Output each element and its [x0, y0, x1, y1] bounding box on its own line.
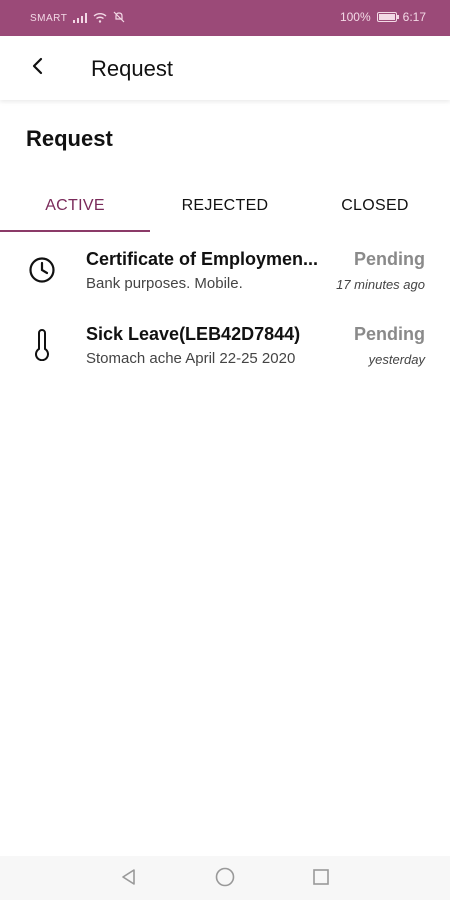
tab-rejected[interactable]: REJECTED	[150, 180, 300, 232]
status-left: SMART	[30, 11, 125, 26]
signal-icon	[73, 12, 88, 26]
status-right: 100% 6:17	[340, 10, 426, 24]
status-badge: Pending	[354, 324, 425, 344]
nav-home-button[interactable]	[210, 864, 240, 894]
request-subtitle: Bank purposes. Mobile.	[86, 275, 243, 292]
tab-indicator	[0, 230, 150, 232]
mute-icon	[113, 11, 125, 26]
wifi-icon	[93, 12, 107, 26]
app-bar: Request	[0, 36, 450, 100]
request-time: 17 minutes ago	[336, 277, 425, 292]
nav-back-button[interactable]	[114, 864, 144, 894]
triangle-back-icon	[119, 867, 139, 892]
list-item[interactable]: Certificate of Employmen... Bank purpose…	[0, 240, 450, 304]
tab-closed[interactable]: CLOSED	[300, 180, 450, 232]
nav-recents-button[interactable]	[306, 864, 336, 894]
request-time: yesterday	[368, 352, 425, 367]
page-title: Request	[26, 126, 113, 151]
thermometer-icon	[26, 329, 58, 361]
chevron-left-icon	[31, 57, 45, 80]
tab-bar: ACTIVE REJECTED CLOSED	[0, 180, 450, 232]
battery-icon	[376, 12, 399, 22]
system-nav-bar	[0, 856, 450, 900]
request-subtitle: Stomach ache April 22-25 2020	[86, 350, 296, 367]
request-title: Certificate of Employmen...	[86, 249, 319, 269]
carrier-label: SMART	[30, 13, 68, 24]
request-title: Sick Leave(LEB42D7844)	[86, 324, 301, 344]
tab-active[interactable]: ACTIVE	[0, 180, 150, 232]
square-recents-icon	[311, 867, 331, 892]
back-button[interactable]	[24, 54, 52, 82]
clock-icon	[26, 254, 58, 286]
circle-home-icon	[214, 866, 236, 893]
battery-percent: 100%	[339, 10, 371, 24]
status-badge: Pending	[354, 249, 425, 269]
status-bar: SMART 100% 6:17	[0, 0, 450, 36]
clock-time: 6:17	[402, 10, 426, 24]
app-title: Request	[91, 56, 173, 81]
list-item[interactable]: Sick Leave(LEB42D7844) Stomach ache Apri…	[0, 315, 450, 379]
